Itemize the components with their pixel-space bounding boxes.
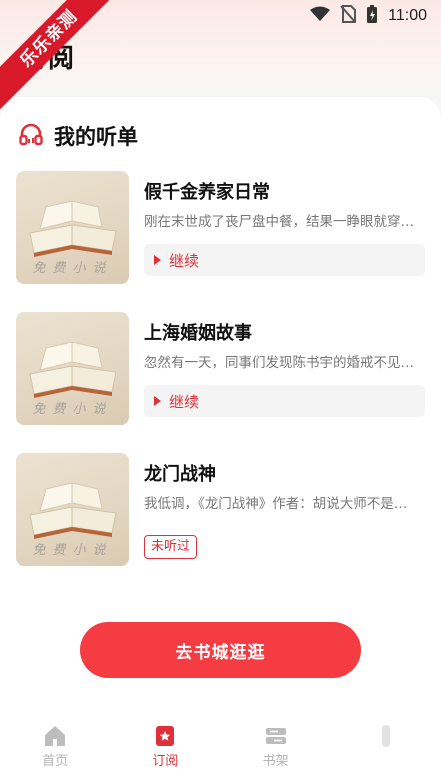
- home-icon: [43, 724, 67, 748]
- book-title[interactable]: 龙门战神: [144, 460, 216, 486]
- status-time: 11:00: [388, 7, 427, 24]
- tab-label: 首页: [42, 754, 69, 769]
- corner-ribbon-text: 乐乐亲测: [0, 0, 120, 110]
- cover-text: 免费小说: [32, 261, 113, 276]
- book-description: 刚在末世成了丧尸盘中餐，结果一睁眼就穿…: [144, 214, 414, 230]
- tab-home[interactable]: 首页: [0, 716, 110, 784]
- continue-button[interactable]: 继续: [144, 385, 425, 417]
- tab-label: 订阅: [152, 754, 179, 769]
- book-description: 忽然有一天，同事们发现陈书宇的婚戒不见…: [144, 355, 414, 371]
- no-sim-icon: [340, 5, 357, 27]
- tab-label: 书架: [262, 754, 289, 769]
- book-title[interactable]: 上海婚姻故事: [144, 319, 252, 345]
- go-to-bookstore-button[interactable]: 去书城逛逛: [80, 622, 361, 678]
- continue-button[interactable]: 继续: [144, 244, 425, 276]
- profile-icon: [374, 724, 398, 748]
- book-item[interactable]: 免费小说 龙门战神 我低调，《龙门战神》作者：胡说大师不是… 未听过: [16, 453, 425, 568]
- book-item[interactable]: 免费小说 假千金养家日常 刚在末世成了丧尸盘中餐，结果一睁眼就穿… 继续: [16, 171, 425, 286]
- tab-profile[interactable]: [331, 716, 441, 784]
- book-cover[interactable]: 免费小说: [16, 312, 129, 425]
- main-card: 我的听单 免费小说 假千金养家日常 刚在末世成了丧尸盘中餐，结果一睁眼就穿… 继…: [0, 97, 441, 784]
- tab-subscribe[interactable]: 订阅: [110, 716, 220, 784]
- cover-text: 免费小说: [32, 543, 113, 558]
- book-item[interactable]: 免费小说 上海婚姻故事 忽然有一天，同事们发现陈书宇的婚戒不见… 继续: [16, 312, 425, 427]
- corner-banner: 乐乐亲测: [0, 0, 120, 120]
- play-icon: [154, 255, 161, 265]
- continue-label: 继续: [169, 392, 200, 411]
- bookshelf-icon: [264, 724, 288, 748]
- bottom-tabbar: 首页 订阅 书架: [0, 716, 441, 784]
- play-icon: [154, 396, 161, 406]
- book-cover[interactable]: 免费小说: [16, 453, 129, 566]
- tab-bookshelf[interactable]: 书架: [221, 716, 331, 784]
- section-header: 我的听单: [18, 121, 138, 151]
- bookmark-icon: [153, 724, 177, 748]
- wifi-icon: [310, 6, 331, 26]
- book-cover[interactable]: 免费小说: [16, 171, 129, 284]
- headphones-icon: [18, 121, 44, 151]
- battery-charging-icon: [366, 4, 378, 28]
- section-title: 我的听单: [54, 125, 138, 149]
- book-title[interactable]: 假千金养家日常: [144, 178, 270, 204]
- book-description: 我低调，《龙门战神》作者：胡说大师不是…: [144, 496, 408, 512]
- continue-label: 继续: [169, 251, 200, 270]
- cover-text: 免费小说: [32, 402, 113, 417]
- unheard-badge: 未听过: [144, 535, 198, 559]
